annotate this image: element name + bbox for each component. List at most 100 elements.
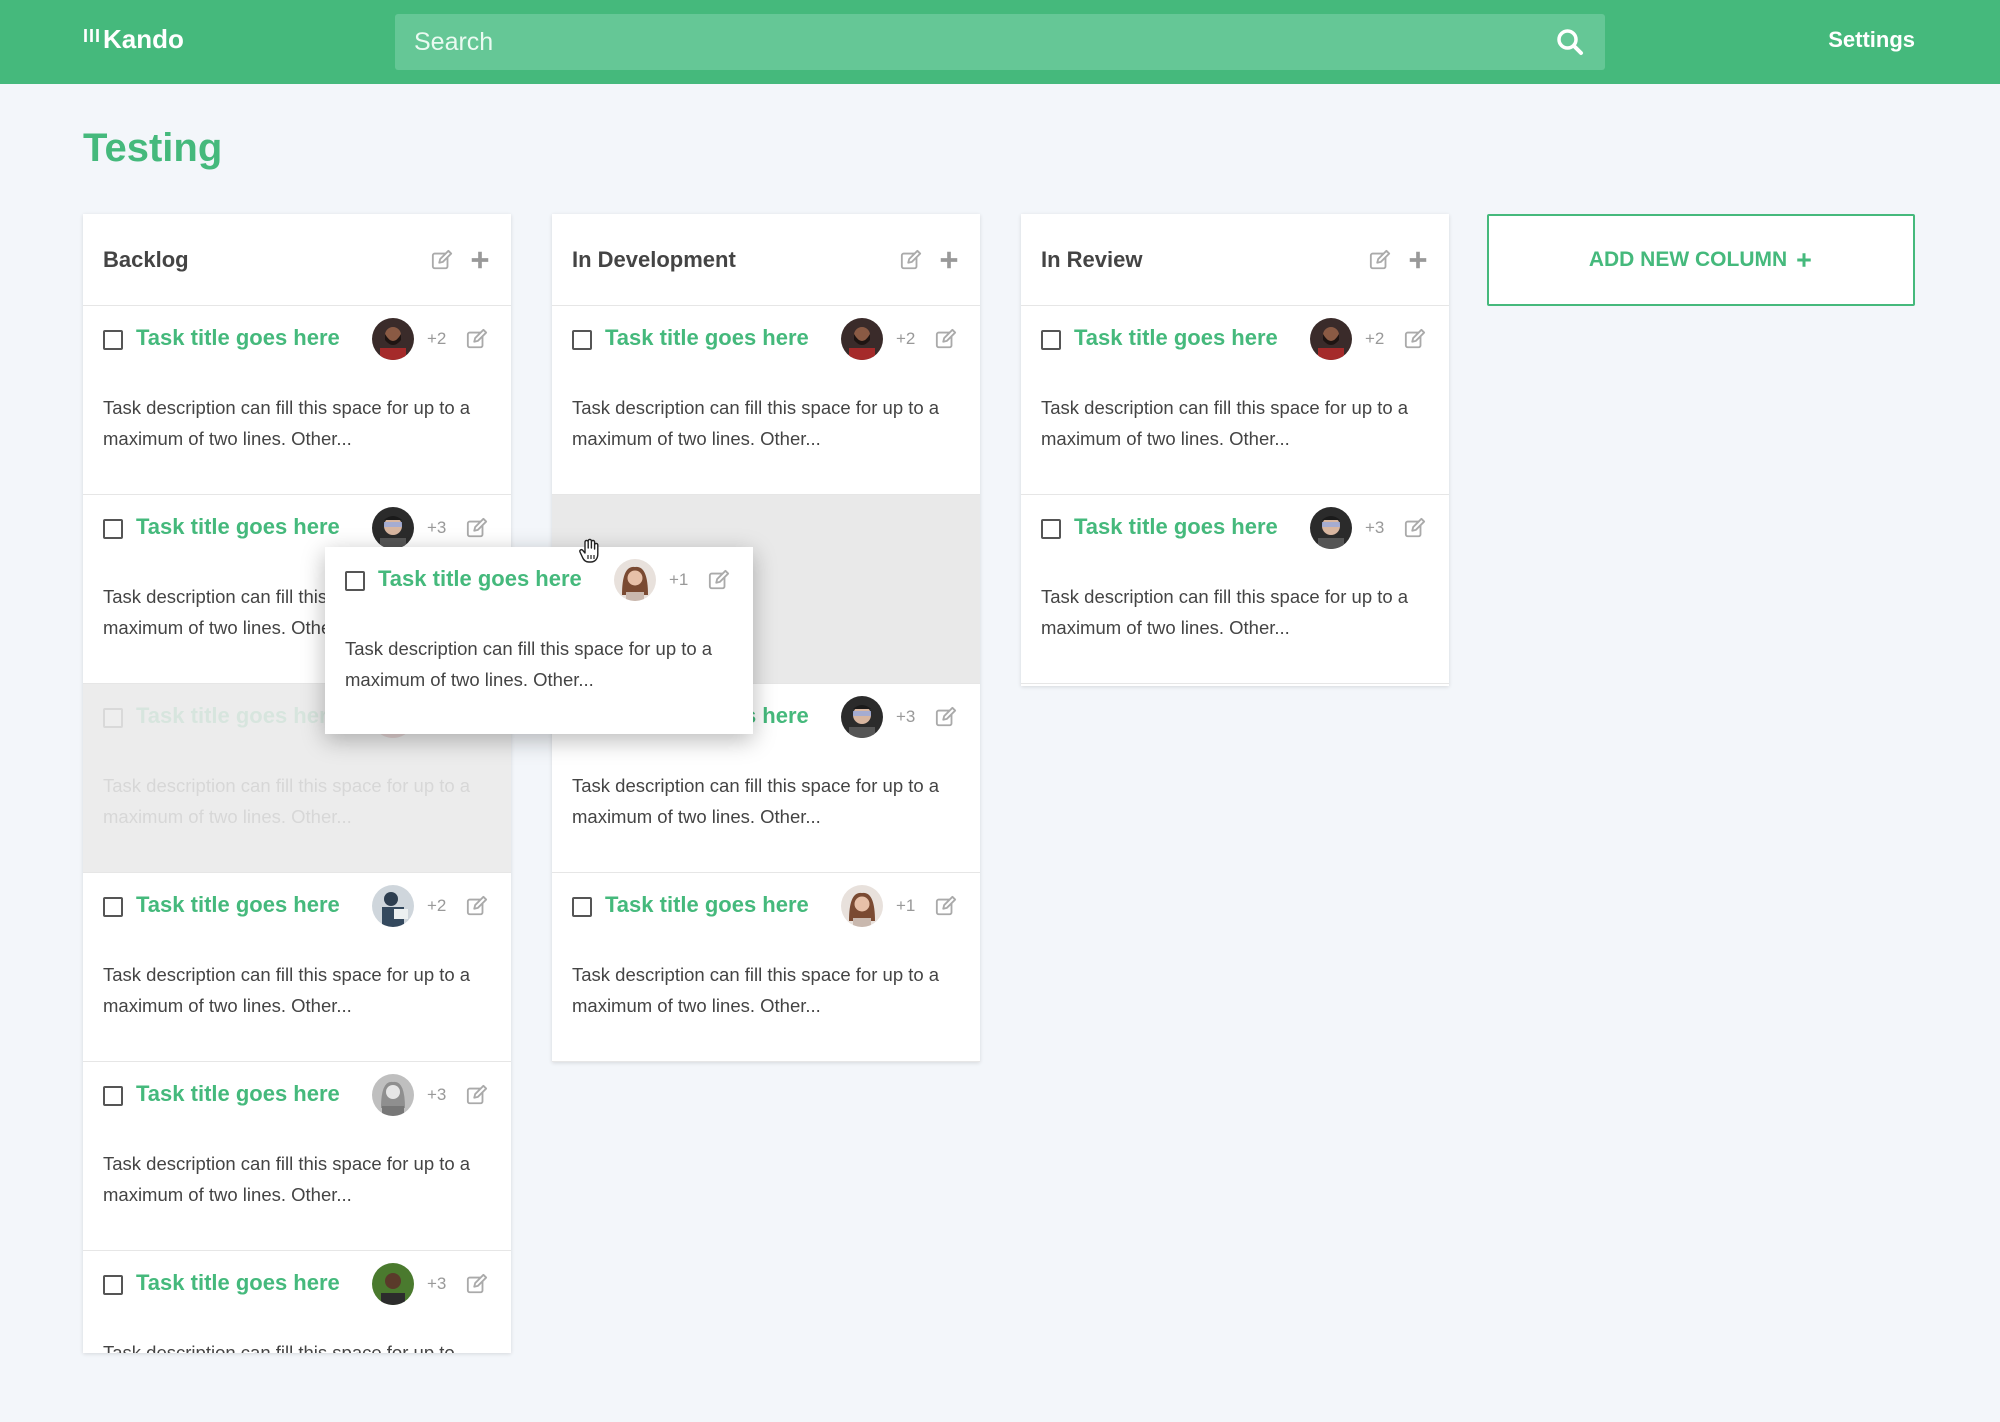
task-description: Task description can fill this space for… (103, 1342, 455, 1353)
task-description: Task description can fill this space for… (103, 964, 471, 1016)
edit-column-icon[interactable] (431, 249, 453, 271)
app-logo[interactable]: III Kando (83, 24, 184, 55)
task-description: Task description can fill this space for… (1041, 397, 1409, 449)
task-checkbox[interactable] (572, 897, 592, 917)
edit-icon[interactable] (935, 328, 957, 350)
task-title[interactable]: Task title goes here (1074, 325, 1278, 351)
task-card[interactable]: Task title goes here +2 Task description c… (83, 306, 511, 495)
task-checkbox[interactable] (103, 519, 123, 539)
top-bar: III Kando Settings (0, 0, 2000, 84)
assignee-count: +2 (896, 329, 916, 348)
assignee-count: +2 (1365, 329, 1385, 348)
logo-text: Kando (103, 24, 184, 54)
dragging-task-card[interactable]: Task title goes here +1 Task description c… (325, 547, 753, 734)
task-description: Task description can fill this space for… (103, 1153, 471, 1205)
task-checkbox[interactable] (1041, 519, 1061, 539)
task-checkbox[interactable] (103, 330, 123, 350)
column-header: In Review (1021, 214, 1449, 306)
assignee-count: +1 (896, 896, 916, 915)
search-input[interactable] (395, 14, 1535, 70)
assignee-count: +3 (427, 518, 447, 537)
avatar (1310, 318, 1352, 360)
assignee-count: +3 (427, 1085, 447, 1104)
assignee-count: +2 (427, 329, 447, 348)
task-checkbox[interactable] (103, 1086, 123, 1106)
assignee-count: +3 (1365, 518, 1385, 537)
edit-icon[interactable] (466, 1084, 488, 1106)
task-checkbox[interactable] (345, 571, 365, 591)
add-task-icon[interactable] (1407, 249, 1429, 271)
avatar (372, 1263, 414, 1305)
task-title[interactable]: Task title goes here (605, 325, 809, 351)
task-card[interactable]: Task title goes here +1 Task description c… (552, 873, 980, 1062)
task-card[interactable]: Task title goes here +3 Task description c… (83, 1251, 511, 1353)
task-checkbox[interactable] (103, 1275, 123, 1295)
avatar (372, 885, 414, 927)
task-title[interactable]: Task title goes here (136, 1270, 340, 1296)
settings-link[interactable]: Settings (1828, 27, 1915, 53)
assignee-count: +3 (896, 707, 916, 726)
edit-icon[interactable] (708, 569, 730, 591)
board-title: Testing (83, 126, 223, 170)
edit-column-icon[interactable] (900, 249, 922, 271)
task-description: Task description can fill this space for… (572, 964, 940, 1016)
task-title[interactable]: Task title goes here (136, 514, 340, 540)
task-description: Task description can fill this space for… (572, 775, 940, 827)
task-card[interactable]: Task title goes here +2 Task description c… (552, 306, 980, 495)
task-checkbox[interactable] (103, 897, 123, 917)
avatar (372, 1074, 414, 1116)
add-task-icon[interactable] (469, 249, 491, 271)
grab-cursor-icon (579, 538, 599, 563)
task-card[interactable]: Task title goes here +3 Task description c… (1021, 495, 1449, 684)
task-title[interactable]: Task title goes here (378, 566, 582, 592)
edit-icon[interactable] (466, 328, 488, 350)
task-description: Task description can fill this space for… (345, 638, 713, 690)
task-title[interactable]: Task title goes here (1074, 514, 1278, 540)
task-card[interactable]: Task title goes here +2 Task description c… (83, 873, 511, 1062)
task-checkbox[interactable] (572, 330, 592, 350)
avatar (372, 318, 414, 360)
edit-icon[interactable] (1404, 517, 1426, 539)
add-task-icon[interactable] (938, 249, 960, 271)
column-backlog: Backlog Task title goes here +2 Task descri… (83, 214, 511, 1353)
edit-column-icon[interactable] (1369, 249, 1391, 271)
task-description: Task description can fill this space for… (1041, 586, 1409, 638)
task-card[interactable]: Task title goes here +2 Task description c… (1021, 306, 1449, 495)
logo-mark: III (83, 26, 102, 46)
task-checkbox[interactable] (103, 708, 123, 728)
task-description: Task description can fill this space for… (103, 397, 471, 449)
column-header: In Development (552, 214, 980, 306)
edit-icon[interactable] (935, 706, 957, 728)
column-title: In Development (572, 246, 736, 272)
add-column-button[interactable]: ADD NEW COLUMN (1487, 214, 1915, 306)
task-title[interactable]: Task title goes here (136, 325, 340, 351)
task-description: Task description can fill this space for… (572, 397, 940, 449)
plus-icon (1795, 251, 1813, 269)
assignee-count: +1 (669, 570, 689, 589)
avatar (841, 696, 883, 738)
add-column-label: ADD NEW COLUMN (1588, 248, 1788, 271)
column-title: Backlog (103, 246, 189, 272)
search-icon[interactable] (1555, 27, 1585, 57)
edit-icon[interactable] (466, 1273, 488, 1295)
task-description: Task description can fill this space for… (103, 775, 471, 827)
task-card[interactable]: Task title goes here +3 Task description c… (83, 1062, 511, 1251)
column-title: In Review (1041, 246, 1143, 272)
edit-icon[interactable] (466, 517, 488, 539)
column-in-review: In Review Task title goes here +2 Task desc… (1021, 214, 1449, 686)
task-title[interactable]: Task title goes here (605, 892, 809, 918)
search-bar (395, 14, 1605, 70)
task-title[interactable]: Task title goes here (136, 1081, 340, 1107)
avatar (841, 885, 883, 927)
avatar (614, 559, 656, 601)
task-checkbox[interactable] (1041, 330, 1061, 350)
column-header: Backlog (83, 214, 511, 306)
avatar (372, 507, 414, 549)
avatar (1310, 507, 1352, 549)
task-title[interactable]: Task title goes here (136, 892, 340, 918)
edit-icon[interactable] (1404, 328, 1426, 350)
task-title[interactable]: Task title goes here (136, 703, 340, 729)
edit-icon[interactable] (466, 895, 488, 917)
assignee-count: +3 (427, 1274, 447, 1293)
edit-icon[interactable] (935, 895, 957, 917)
